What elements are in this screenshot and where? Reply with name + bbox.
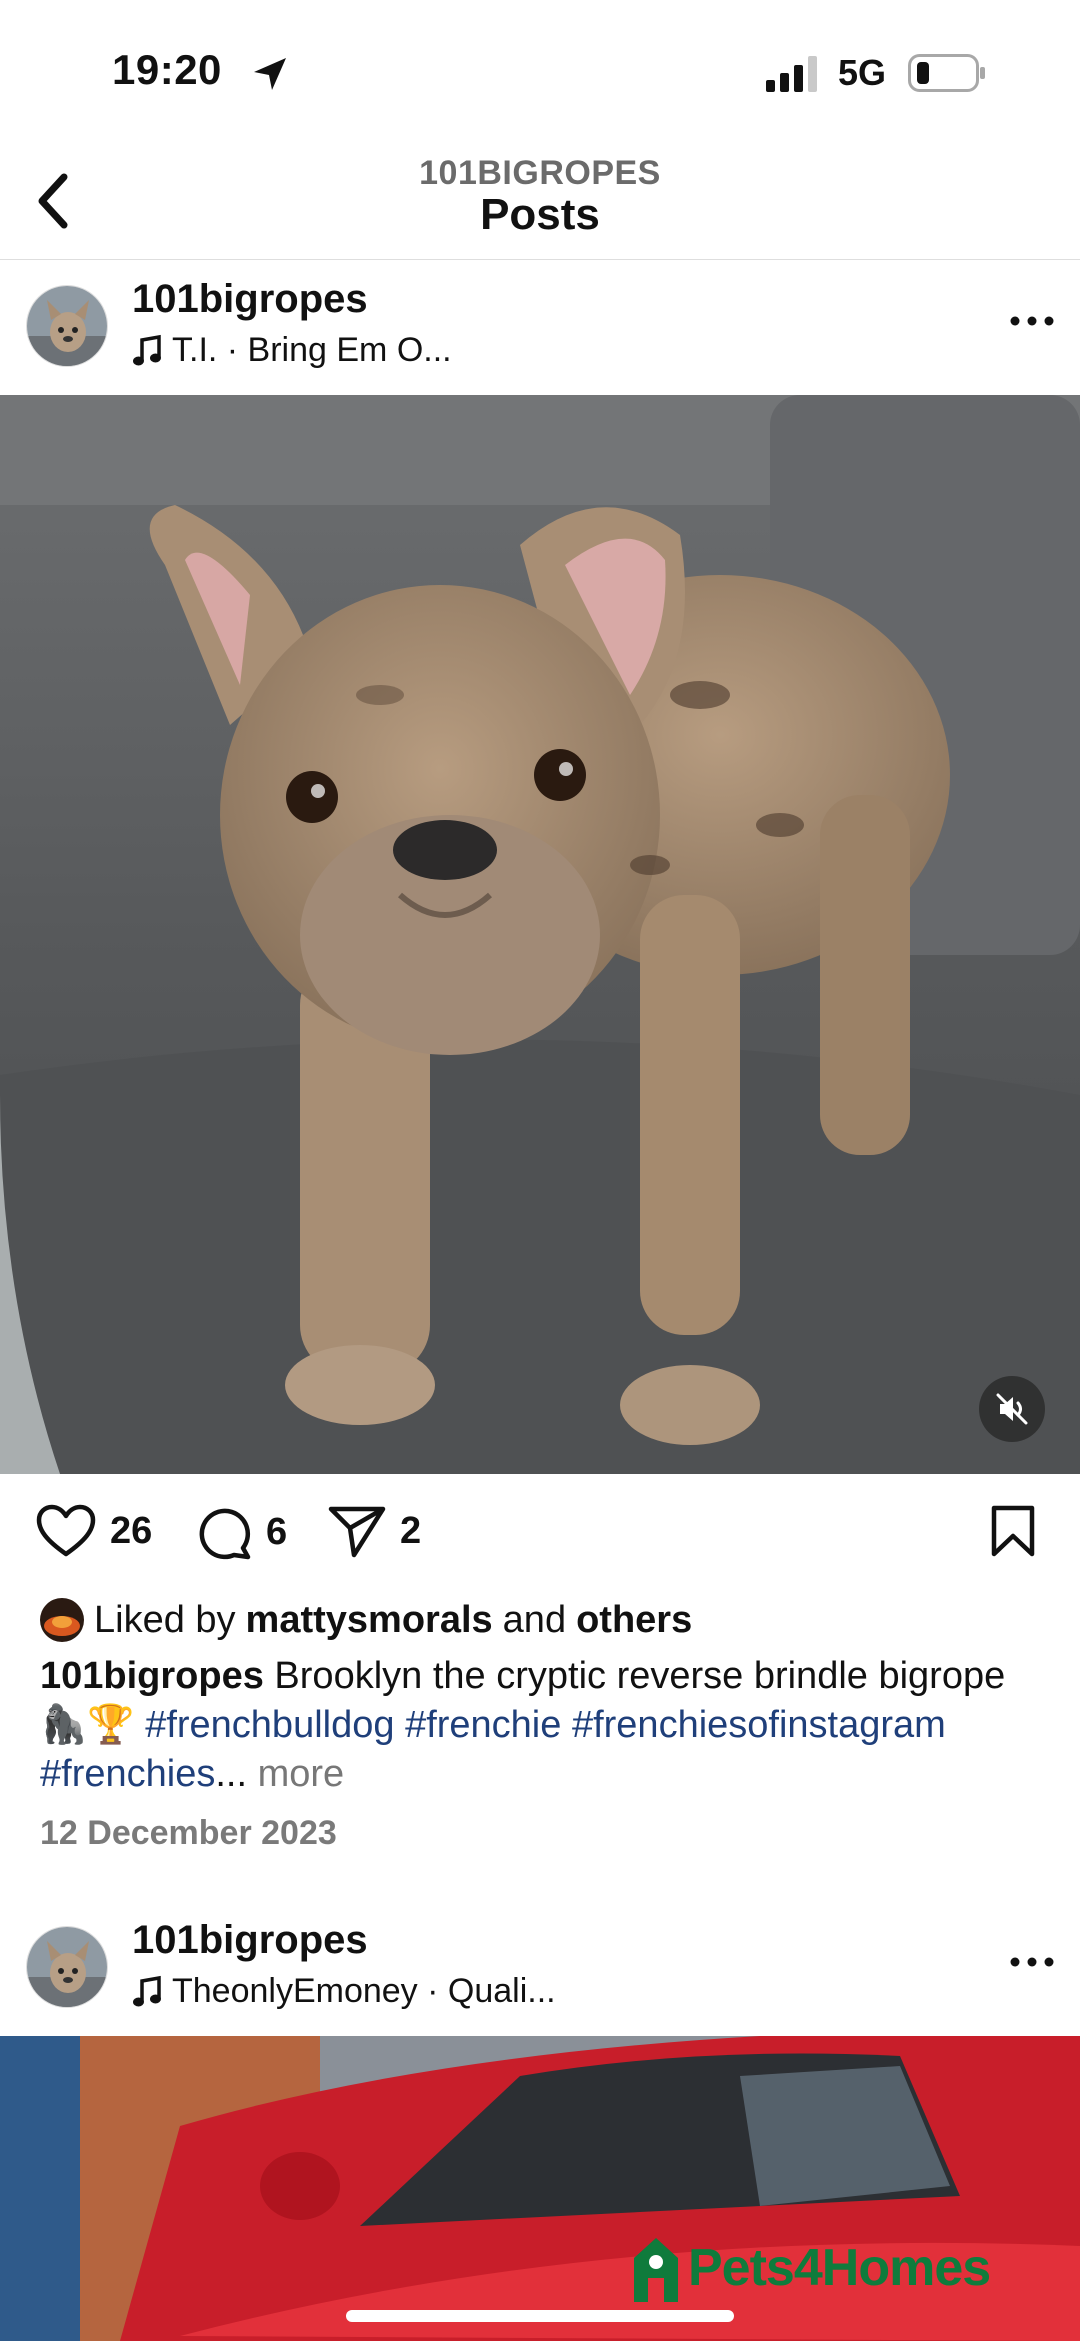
music-note-icon xyxy=(133,334,161,365)
post-actions: 26 6 2 xyxy=(0,1474,1080,1594)
dog-avatar-image xyxy=(27,286,107,366)
liked-by-user-link[interactable]: mattysmorals xyxy=(246,1599,493,1642)
avatar[interactable] xyxy=(26,285,108,367)
paper-plane-icon[interactable] xyxy=(328,1504,386,1558)
post-username[interactable]: 101bigropes xyxy=(132,277,368,322)
caption-more-link[interactable]: more xyxy=(258,1753,345,1795)
pets4homes-watermark: Pets4Homes xyxy=(630,2232,991,2304)
cellular-signal-icon xyxy=(766,56,817,92)
liked-by-line[interactable]: Liked by mattysmorals and others xyxy=(40,1598,692,1642)
heart-icon[interactable] xyxy=(36,1504,96,1558)
post-username[interactable]: 101bigropes xyxy=(132,1918,368,1963)
comment-action[interactable]: 6 xyxy=(196,1504,287,1560)
likes-count: 26 xyxy=(110,1509,153,1552)
home-indicator[interactable] xyxy=(346,2310,734,2322)
shares-count: 2 xyxy=(400,1509,422,1552)
post-audio[interactable]: T.I. · Bring Em O... xyxy=(132,331,452,370)
liker-avatar xyxy=(40,1598,84,1642)
battery-icon xyxy=(908,54,985,92)
caption-username[interactable]: 101bigropes xyxy=(40,1655,264,1697)
audio-track-label: T.I. · Bring Em O... xyxy=(172,331,452,369)
more-options-button[interactable] xyxy=(1004,1942,1060,1982)
liked-by-others-link[interactable]: others xyxy=(576,1599,692,1642)
liker-avatar-image xyxy=(40,1598,84,1642)
post-header: 101bigropes T.I. · Bring Em O... xyxy=(0,261,1080,395)
hashtag-link[interactable]: #frenchbulldog xyxy=(145,1704,394,1746)
bookmark-icon[interactable] xyxy=(990,1504,1036,1558)
share-action[interactable]: 2 xyxy=(328,1504,421,1558)
account-name-header: 101BIGROPES xyxy=(419,154,661,192)
post-caption: 101bigropes Brooklyn the cryptic reverse… xyxy=(40,1652,1050,1799)
liked-by-prefix: Liked by xyxy=(94,1598,236,1641)
music-note-icon xyxy=(133,1975,161,2006)
post-audio[interactable]: TheonlyEmoney · Quali... xyxy=(132,1972,556,2011)
status-bar: 19:20 5G xyxy=(0,0,1080,140)
ellipsis-icon xyxy=(1010,1957,1054,1967)
comment-bubble-icon[interactable] xyxy=(196,1504,252,1560)
location-arrow-icon xyxy=(254,58,286,90)
save-action[interactable] xyxy=(990,1504,1036,1558)
mute-toggle-button[interactable] xyxy=(979,1376,1045,1442)
post-image[interactable] xyxy=(0,395,1080,1474)
post-header: 101bigropes TheonlyEmoney · Quali... xyxy=(0,1902,1080,2036)
pets4homes-logo-icon xyxy=(634,2238,678,2302)
french-bulldog-photo xyxy=(0,395,1080,1474)
liked-by-and: and xyxy=(502,1598,567,1641)
nav-header: 101BIGROPES Posts xyxy=(0,140,1080,260)
ellipsis-icon xyxy=(1010,316,1054,326)
dog-avatar-image xyxy=(27,1927,107,2007)
hashtag-link[interactable]: #frenchies xyxy=(40,1753,215,1795)
network-label: 5G xyxy=(838,52,887,93)
avatar[interactable] xyxy=(26,1926,108,2008)
status-time: 19:20 xyxy=(112,46,222,93)
audio-track-label: TheonlyEmoney · Quali... xyxy=(172,1972,556,2010)
more-options-button[interactable] xyxy=(1004,301,1060,341)
post-date: 12 December 2023 xyxy=(40,1814,337,1852)
comments-count: 6 xyxy=(266,1510,288,1553)
page-title: Posts xyxy=(480,190,600,239)
like-action[interactable]: 26 xyxy=(36,1504,152,1558)
hashtag-link[interactable]: #frenchiesofinstagram xyxy=(572,1704,946,1746)
hashtag-link[interactable]: #frenchie xyxy=(405,1704,561,1746)
speaker-muted-icon xyxy=(996,1393,1028,1425)
caption-ellipsis: ... xyxy=(215,1753,248,1795)
watermark-text: Pets4Homes xyxy=(688,2239,991,2297)
